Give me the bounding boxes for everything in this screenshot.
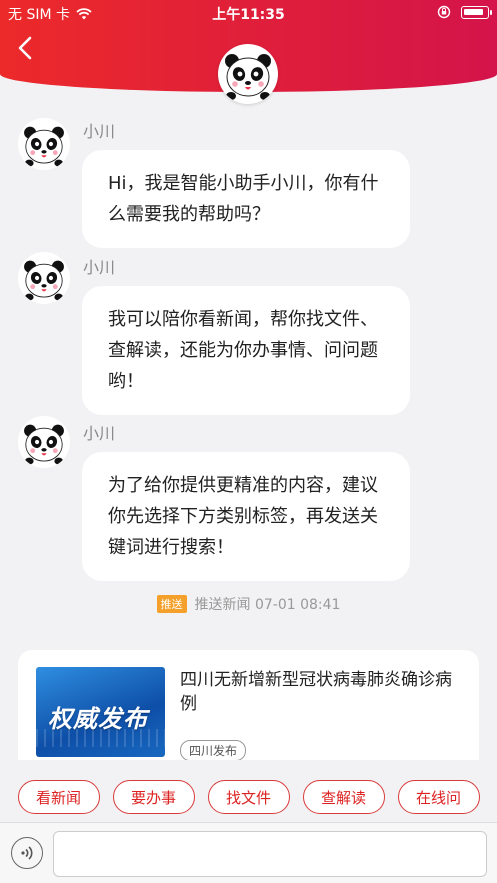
push-timestamp: 推送 推送新闻 07-01 08:41 [0, 594, 497, 614]
news-thumbnail: 权威发布 [36, 667, 165, 757]
message-bubble: 我可以陪你看新闻，帮你找文件、查解读，还能为你办事情、问问题哟！ [82, 286, 410, 415]
bot-name: 小川 [83, 424, 116, 443]
bot-name: 小川 [83, 258, 116, 277]
thumb-text: 权威发布 [48, 705, 148, 733]
bot-avatar [18, 252, 70, 304]
header-avatar [218, 44, 278, 104]
panda-avatar-icon [24, 260, 64, 301]
panda-avatar-icon [225, 54, 271, 100]
push-text: 推送新闻 07-01 08:41 [194, 597, 341, 613]
voice-button[interactable] [11, 837, 43, 869]
status-right [437, 5, 492, 19]
chip-ask-online[interactable]: 在线问 [397, 780, 480, 814]
bot-name: 小川 [83, 122, 116, 141]
panda-avatar-icon [24, 126, 64, 167]
status-bar: 无 SIM 卡 上午11:35 [0, 0, 497, 26]
chip-interpret[interactable]: 查解读 [302, 780, 385, 814]
chevron-left-icon [18, 36, 32, 60]
news-title: 四川无新增新型冠状病毒肺炎确诊病例 [180, 670, 452, 714]
battery-icon [461, 5, 492, 19]
message-input[interactable] [53, 831, 487, 877]
news-source-tag: 四川发布 [180, 740, 247, 760]
chip-news[interactable]: 看新闻 [17, 780, 100, 814]
news-card[interactable]: 权威发布 四川无新增新型冠状病毒肺炎确诊病例 四川发布 [18, 650, 479, 760]
back-button[interactable] [12, 34, 40, 62]
input-bar [0, 822, 497, 883]
bot-avatar [18, 118, 70, 170]
message-bubble: Hi，我是智能小助手小川，你有什么需要我的帮助吗？ [82, 150, 410, 248]
push-badge: 推送 [156, 595, 187, 613]
panda-avatar-icon [24, 424, 64, 465]
status-time: 上午11:35 [212, 7, 285, 23]
bot-avatar [18, 416, 70, 468]
chip-files[interactable]: 找文件 [207, 780, 290, 814]
message-bubble: 为了给你提供更精准的内容，建议你先选择下方类别标签，再发送关键词进行搜索！ [82, 452, 410, 581]
orientation-lock-icon [437, 5, 451, 19]
voice-icon [21, 846, 33, 860]
chip-services[interactable]: 要办事 [112, 780, 195, 814]
battery-level [464, 8, 483, 15]
quick-actions: 看新闻 要办事 找文件 查解读 在线问 [0, 780, 497, 814]
